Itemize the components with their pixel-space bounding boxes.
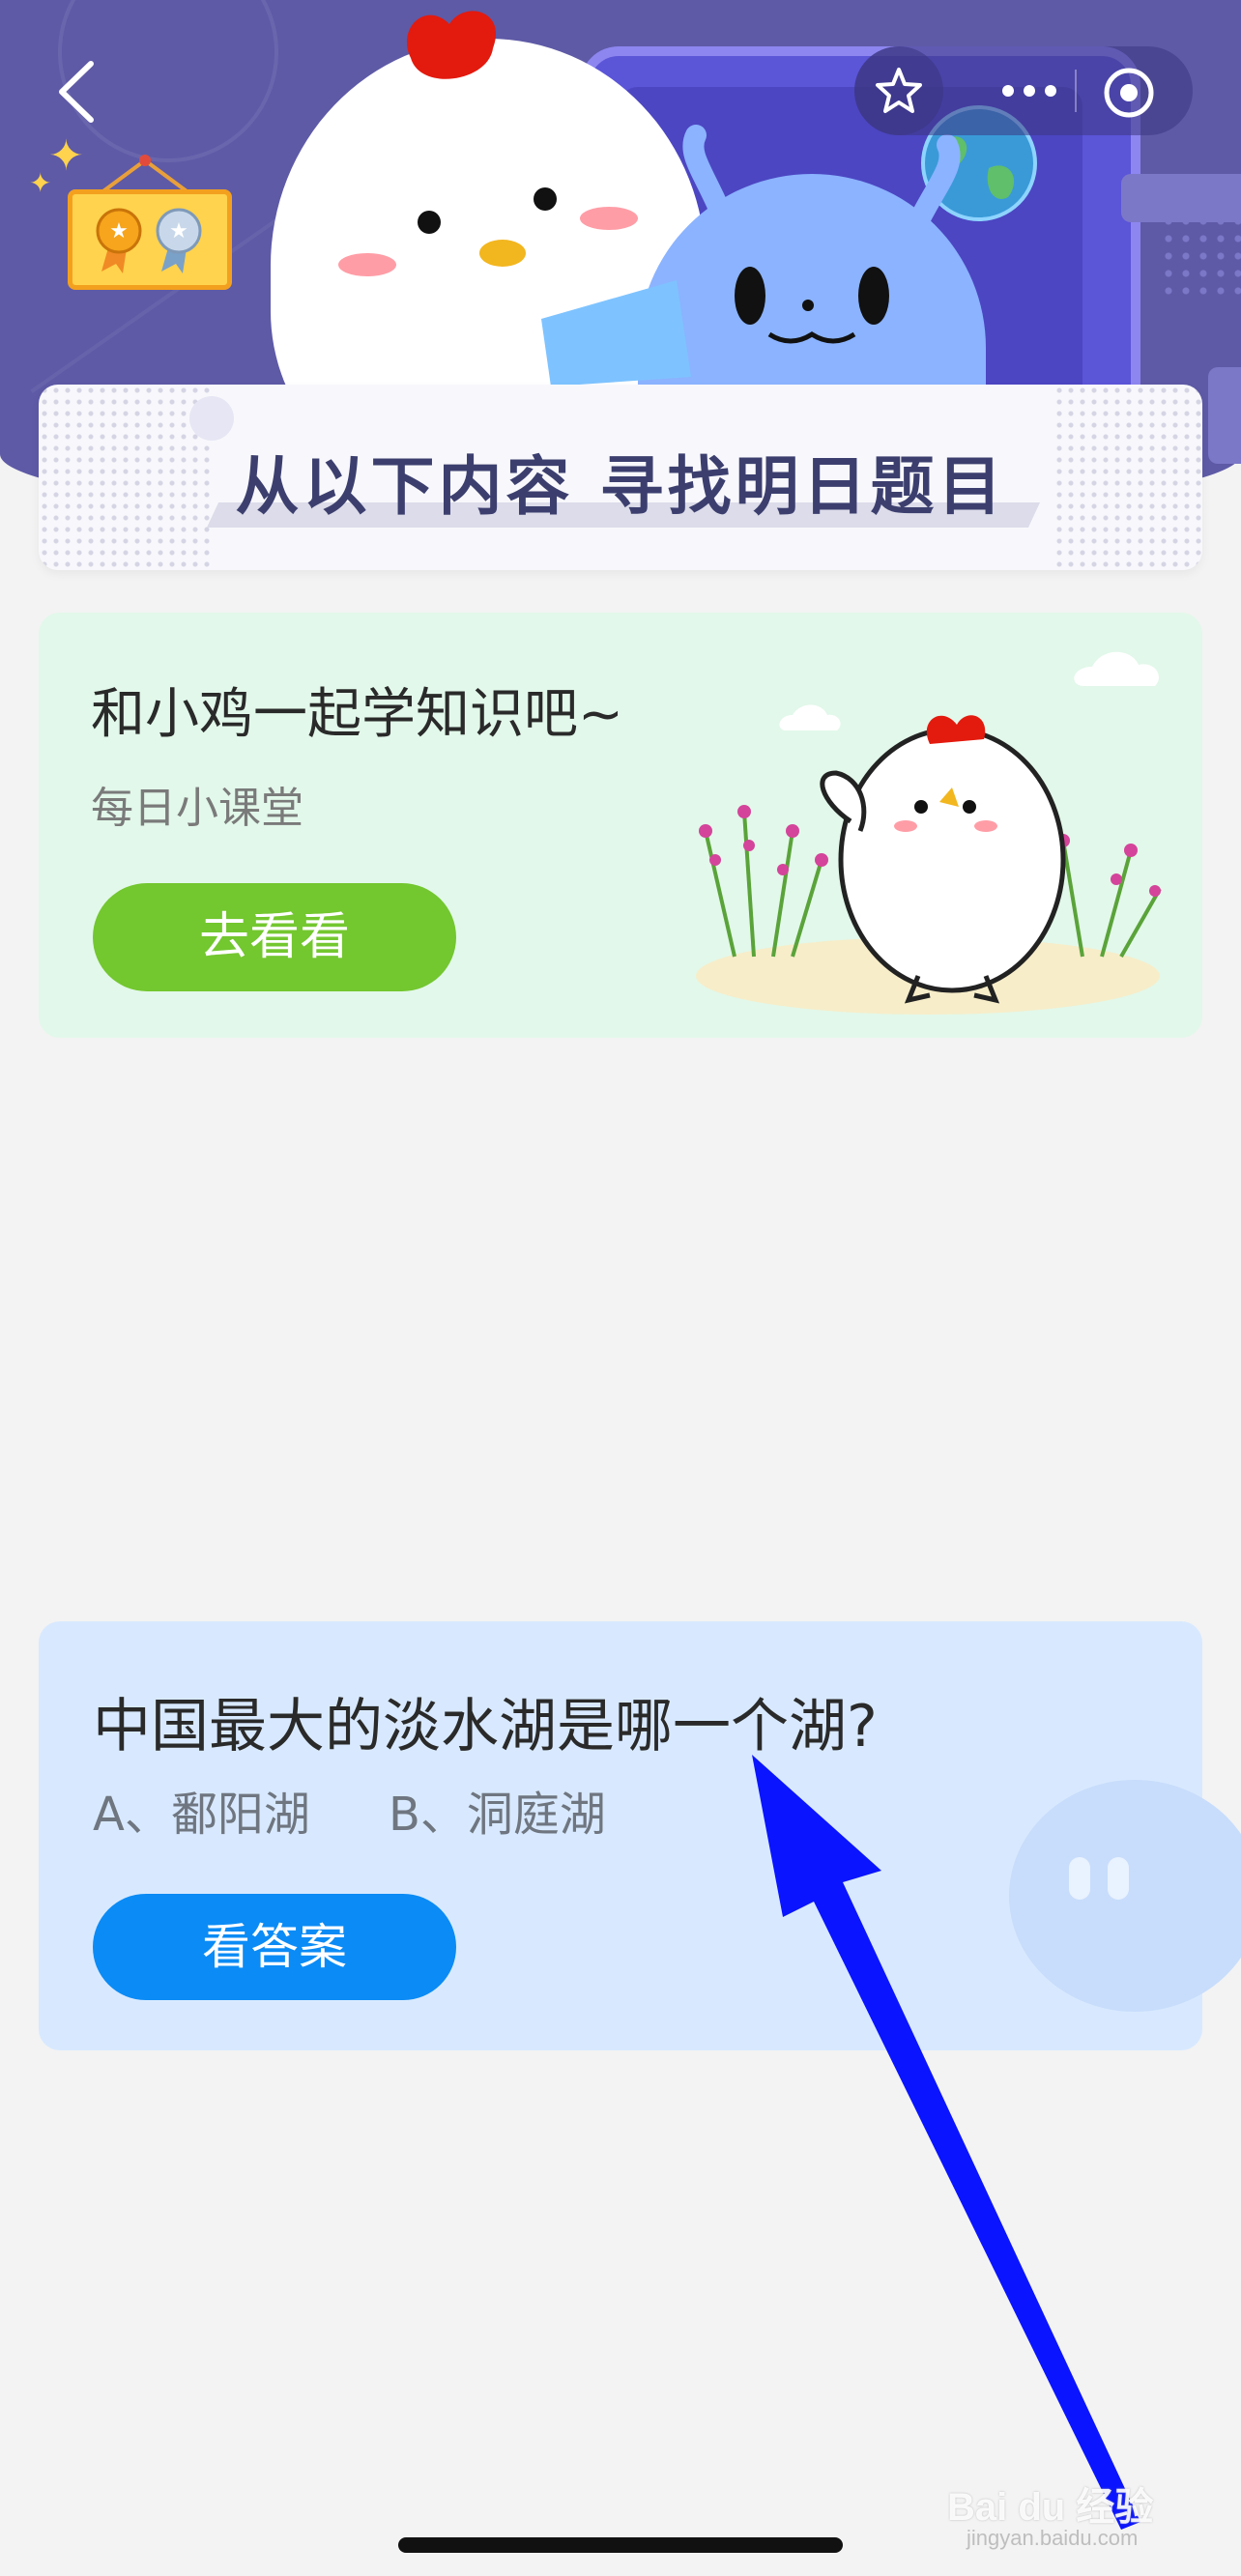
more-dots-icon[interactable] [999, 77, 1059, 104]
header-dots-decoration [1160, 213, 1241, 300]
lesson-card-subtitle: 每日小课堂 [91, 784, 303, 833]
go-see-button[interactable]: 去看看 [93, 883, 456, 991]
medal-icon: ★ ★ [96, 208, 202, 273]
chick-with-flowers-illustration [696, 651, 1162, 1015]
star-icon [876, 68, 922, 113]
chevron-left-icon[interactable] [52, 58, 102, 126]
capsule-divider [1075, 70, 1077, 112]
sparkle-icon: ✦ [29, 167, 52, 199]
quiz-option-a: A、鄱阳湖 [93, 1788, 310, 1842]
favorite-button[interactable] [854, 46, 943, 135]
medal-badge-button[interactable]: ★ ★ [68, 189, 232, 290]
view-answer-button[interactable]: 看答案 [93, 1894, 456, 2000]
lesson-card-title: 和小鸡一起学知识吧~ [91, 683, 623, 746]
svg-text:★: ★ [109, 219, 129, 243]
watermark-logo: Bai du 经验 [947, 2486, 1154, 2529]
svg-text:★: ★ [169, 219, 188, 243]
quiz-option-b: B、洞庭湖 [389, 1788, 606, 1842]
target-circle-icon[interactable] [1102, 66, 1156, 120]
home-indicator[interactable] [398, 2537, 843, 2553]
book-illustration [541, 280, 691, 386]
header-decoration [1208, 367, 1241, 464]
annotation-arrow [752, 1755, 1140, 2530]
alien-face [735, 267, 889, 344]
sparkle-icon: ✦ [48, 131, 84, 181]
watermark-url: jingyan.baidu.com [967, 2526, 1139, 2550]
banner-title: 从以下内容 寻找明日题目 [235, 449, 1006, 524]
chick-comb-icon [406, 11, 497, 79]
